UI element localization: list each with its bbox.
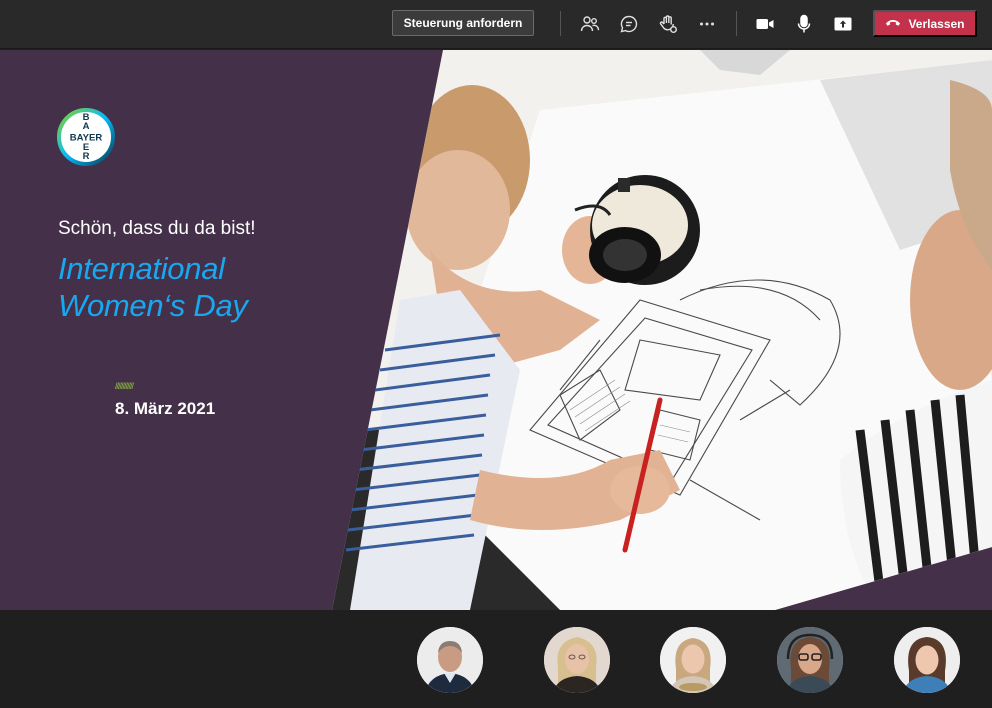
- participant-avatar-4[interactable]: [777, 627, 843, 693]
- camera-icon[interactable]: [753, 12, 777, 36]
- leave-button[interactable]: Verlassen: [873, 10, 977, 37]
- slide-title-line1: International: [58, 251, 225, 286]
- participant-avatar-2[interactable]: [544, 627, 610, 693]
- slide-title-line2: Women‘s Day: [58, 288, 248, 323]
- toolbar-divider: [736, 11, 737, 36]
- slide-date: 8. März 2021: [115, 399, 216, 418]
- participant-avatar-5[interactable]: [894, 627, 960, 693]
- bayer-logo: B A BAYER E R: [57, 108, 115, 166]
- engineers-drawing-photo: [332, 50, 992, 610]
- shared-presentation-slide: B A BAYER E R Schön, dass du da bist! In…: [0, 50, 992, 610]
- svg-text:R: R: [83, 151, 90, 162]
- raise-hand-icon[interactable]: [656, 12, 680, 36]
- more-options-icon[interactable]: [695, 12, 719, 36]
- participant-avatar-3[interactable]: [660, 627, 726, 693]
- leave-label: Verlassen: [908, 16, 965, 31]
- share-screen-icon[interactable]: [831, 12, 855, 36]
- slide-title: International Women‘s Day: [58, 250, 248, 324]
- people-icon[interactable]: [578, 12, 602, 36]
- participant-strip: [0, 610, 992, 708]
- microphone-icon[interactable]: [792, 12, 816, 36]
- teams-meeting-window: Steuerung anfordern Verlassen B A BAYER …: [0, 0, 992, 708]
- svg-text:A: A: [83, 121, 90, 132]
- participant-avatar-1[interactable]: [417, 627, 483, 693]
- request-control-button[interactable]: Steuerung anfordern: [392, 10, 534, 36]
- toolbar-divider: [560, 11, 561, 36]
- meeting-toolbar: Steuerung anfordern Verlassen: [0, 0, 992, 49]
- slide-greeting: Schön, dass du da bist!: [58, 218, 256, 239]
- chat-icon[interactable]: [617, 12, 641, 36]
- phone-hangup-icon: [885, 17, 901, 31]
- slide-accent-marks: ////////////: [115, 381, 134, 391]
